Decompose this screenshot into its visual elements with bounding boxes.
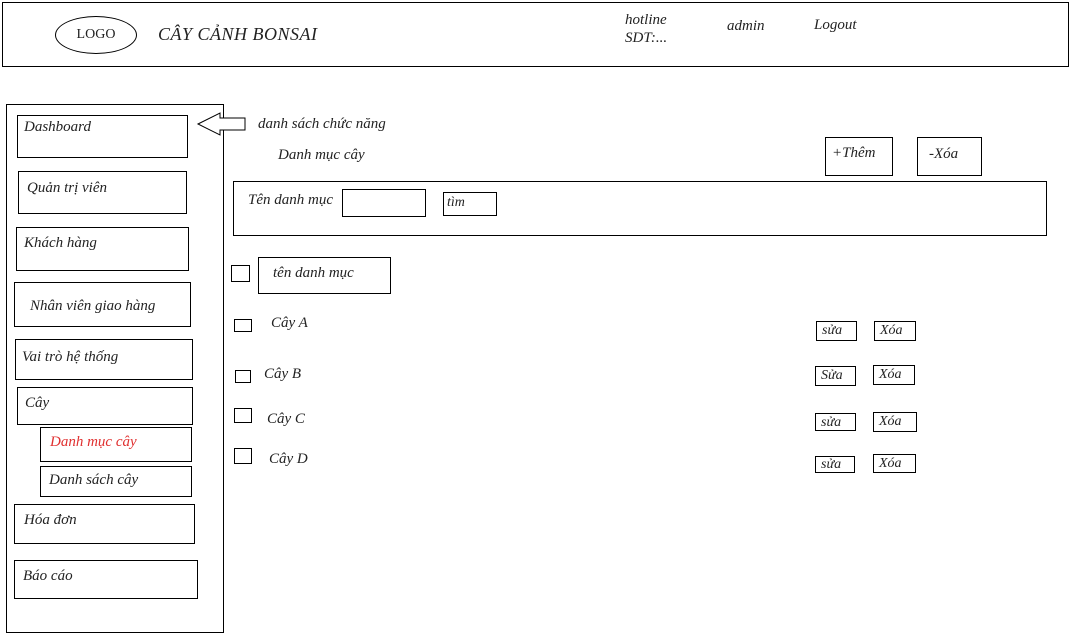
admin-link[interactable]: admin [727, 18, 765, 35]
row-delete-button[interactable]: Xóa [873, 412, 917, 432]
sidebar-subitem-tree-categories[interactable]: Danh mục cây [40, 427, 192, 462]
delete-button-label: -Xóa [929, 146, 959, 162]
search-input[interactable] [342, 189, 426, 217]
sidebar-subitem-tree-list[interactable]: Danh sách cây [40, 466, 192, 497]
add-button[interactable]: +Thêm [825, 137, 893, 176]
row-delete-button[interactable]: Xóa [873, 454, 916, 473]
delete-button[interactable]: -Xóa [917, 137, 982, 176]
sidebar-item-trees[interactable]: Cây [17, 387, 193, 425]
sidebar-item-label: Khách hàng [24, 235, 97, 251]
row-checkbox[interactable] [234, 408, 252, 423]
search-label: Tên danh mục [248, 192, 333, 208]
row-delete-button[interactable]: Xóa [874, 321, 916, 341]
edit-button[interactable]: sửa [815, 456, 855, 473]
sidebar-item-admins[interactable]: Quản trị viên [18, 171, 187, 214]
add-button-label: +Thêm [832, 145, 876, 161]
list-header: tên danh mục [258, 257, 391, 294]
row-name: Cây A [271, 315, 308, 331]
search-button[interactable]: tìm [443, 192, 497, 216]
sidebar-item-system-roles[interactable]: Vai trò hệ thống [15, 339, 193, 380]
sidebar-item-label: Danh sách cây [49, 472, 139, 488]
sidebar-item-dashboard[interactable]: Dashboard [17, 115, 188, 158]
row-name: Cây B [264, 366, 302, 382]
search-button-label: tìm [447, 195, 465, 210]
page-title: Danh mục cây [278, 147, 365, 163]
hotline-label: hotline [625, 12, 667, 28]
edit-button[interactable]: sửa [815, 413, 856, 431]
list-header-label: tên danh mục [273, 265, 354, 281]
row-name: Cây D [269, 451, 308, 467]
sidebar-item-label: Dashboard [24, 119, 91, 135]
sidebar-item-label: Vai trò hệ thống [22, 349, 119, 365]
edit-button[interactable]: sửa [816, 321, 857, 341]
sidebar-item-delivery-staff[interactable]: Nhân viên giao hàng [14, 282, 191, 327]
row-checkbox[interactable] [234, 319, 252, 332]
sidebar-item-label: Quản trị viên [27, 180, 107, 196]
row-checkbox[interactable] [235, 370, 251, 383]
edit-button[interactable]: Sửa [815, 366, 856, 386]
sidebar-item-reports[interactable]: Báo cáo [14, 560, 198, 599]
sidebar-item-label-active: Danh mục cây [50, 434, 137, 450]
logout-link[interactable]: Logout [814, 17, 857, 34]
sidebar-item-invoices[interactable]: Hóa đơn [14, 504, 195, 544]
row-delete-button[interactable]: Xóa [873, 365, 915, 385]
left-arrow-icon [196, 112, 246, 136]
sidebar-item-label: Cây [25, 395, 50, 411]
logo[interactable]: LOGO [55, 16, 137, 54]
annotation-label: danh sách chức năng [258, 116, 386, 132]
site-title: CÂY CẢNH BONSAI [158, 24, 318, 44]
logo-text: LOGO [76, 27, 116, 42]
row-name: Cây C [267, 411, 305, 427]
sidebar-item-label: Hóa đơn [24, 512, 77, 528]
sidebar-item-label: Nhân viên giao hàng [30, 298, 156, 314]
sdt-label: SDT:... [625, 30, 668, 46]
select-all-checkbox[interactable] [231, 265, 250, 282]
sidebar-item-label: Báo cáo [23, 568, 73, 584]
sidebar-item-customers[interactable]: Khách hàng [16, 227, 189, 271]
row-checkbox[interactable] [234, 448, 252, 464]
